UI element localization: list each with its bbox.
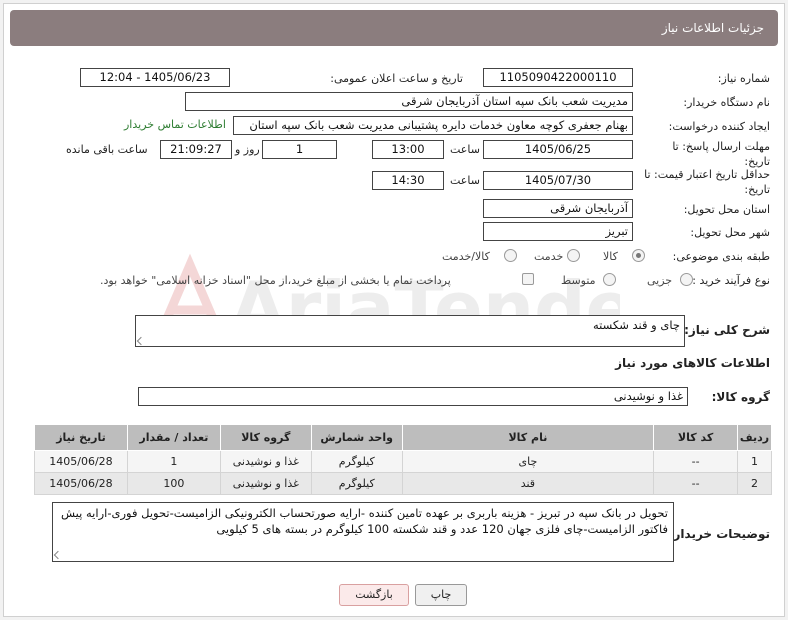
- buyer-notes-label: توضیحات خریدار:: [668, 527, 770, 541]
- delivery-province-field: آذربایجان شرقی: [483, 199, 633, 218]
- cell-qty: 1: [126, 450, 221, 473]
- summary-field: چای و قند شکسته: [135, 315, 685, 347]
- page-header: جزئیات اطلاعات نیاز: [10, 10, 778, 46]
- buyer-org-label: نام دستگاه خریدار:: [683, 96, 770, 109]
- cell-date: 1405/06/28: [34, 450, 128, 473]
- goods-group-field: غذا و نوشیدنی: [138, 387, 688, 406]
- reply-deadline-label: مهلت ارسال پاسخ: تا تاریخ:: [672, 140, 770, 168]
- cell-row: 1: [737, 450, 772, 473]
- print-button[interactable]: چاپ: [415, 584, 467, 606]
- remaining-time: 21:09:27: [160, 140, 232, 159]
- remaining-days: 1: [262, 140, 337, 159]
- col-row: ردیف: [737, 424, 772, 451]
- col-qty: تعداد / مقدار: [126, 424, 221, 451]
- announce-datetime-field: 1405/06/23 - 12:04: [80, 68, 230, 87]
- cell-group: غذا و نوشیدنی: [219, 450, 312, 473]
- need-number-field: 1105090422000110: [483, 68, 633, 87]
- page-title: جزئیات اطلاعات نیاز: [661, 21, 764, 35]
- category-goods-service-label: کالا/خدمت: [442, 250, 490, 263]
- category-goods-label: کالا: [603, 250, 618, 263]
- reply-deadline-date: 1405/06/25: [483, 140, 633, 159]
- cell-unit: کیلوگرم: [310, 450, 403, 473]
- goods-table-header: ردیف کد کالا نام کالا واحد شمارش گروه کا…: [34, 424, 772, 451]
- summary-label: شرح کلی نیاز:: [684, 323, 770, 337]
- days-label: روز و: [235, 143, 260, 156]
- price-validity-date: 1405/07/30: [483, 171, 633, 190]
- requester-field: بهنام جعفری کوچه معاون خدمات دایره پشتیب…: [233, 116, 633, 135]
- price-validity-time: 14:30: [372, 171, 444, 190]
- category-label: طبقه بندی موضوعی:: [672, 250, 770, 263]
- cell-code: --: [653, 472, 739, 495]
- table-row: 1 -- چای کیلوگرم غذا و نوشیدنی 1 1405/06…: [34, 450, 772, 473]
- delivery-province-label: استان محل تحویل:: [683, 203, 770, 216]
- category-service-radio[interactable]: [567, 249, 580, 262]
- cell-group: غذا و نوشیدنی: [219, 472, 312, 495]
- treasury-payment-note: پرداخت تمام یا بخشی از مبلغ خرید،از محل …: [100, 274, 451, 287]
- cell-code: --: [653, 450, 739, 473]
- category-service-label: خدمت: [534, 250, 564, 263]
- remaining-time-label: ساعت باقی مانده: [66, 143, 148, 156]
- process-medium-label: متوسط: [561, 274, 596, 287]
- reply-deadline-time: 13:00: [372, 140, 444, 159]
- buyer-contact-link[interactable]: اطلاعات تماس خریدار: [124, 118, 226, 131]
- process-minor-label: جزیی: [647, 274, 673, 287]
- buyer-notes-field: تحویل در بانک سپه در تبریز - هزینه باربر…: [52, 502, 674, 562]
- process-medium-radio[interactable]: [603, 273, 616, 286]
- col-group: گروه کالا: [219, 424, 312, 451]
- cell-qty: 100: [126, 472, 221, 495]
- cell-date: 1405/06/28: [34, 472, 128, 495]
- goods-table: ردیف کد کالا نام کالا واحد شمارش گروه کا…: [34, 424, 772, 495]
- goods-group-label: گروه کالا:: [711, 390, 770, 404]
- delivery-city-label: شهر محل تحویل:: [690, 226, 770, 239]
- goods-section-title: اطلاعات کالاهای مورد نیاز: [615, 356, 770, 370]
- announce-datetime-label: تاریخ و ساعت اعلان عمومی:: [330, 72, 463, 85]
- buyer-org-field: مدیریت شعب بانک سپه استان آذربایجان شرقی: [185, 92, 633, 111]
- price-validity-time-label: ساعت: [450, 174, 480, 187]
- cell-name: چای: [401, 450, 655, 473]
- reply-time-label: ساعت: [450, 143, 480, 156]
- need-number-label: شماره نیاز:: [717, 72, 770, 85]
- category-goods-radio[interactable]: [632, 249, 645, 262]
- process-type-label: نوع فرآیند خرید :: [692, 274, 770, 287]
- col-date: تاریخ نیاز: [34, 424, 128, 451]
- cell-unit: کیلوگرم: [310, 472, 403, 495]
- treasury-payment-checkbox[interactable]: [522, 273, 534, 285]
- requester-label: ایجاد کننده درخواست:: [668, 120, 770, 133]
- table-row: 2 -- قند کیلوگرم غذا و نوشیدنی 100 1405/…: [34, 472, 772, 495]
- category-goods-service-radio[interactable]: [504, 249, 517, 262]
- process-minor-radio[interactable]: [680, 273, 693, 286]
- cell-name: قند: [401, 472, 655, 495]
- back-button[interactable]: بازگشت: [339, 584, 409, 606]
- delivery-city-field: تبریز: [483, 222, 633, 241]
- cell-row: 2: [737, 472, 772, 495]
- col-name: نام کالا: [401, 424, 655, 451]
- price-validity-label: حداقل تاریخ اعتبار قیمت: تا تاریخ:: [644, 168, 770, 196]
- col-unit: واحد شمارش: [310, 424, 403, 451]
- col-code: کد کالا: [653, 424, 739, 451]
